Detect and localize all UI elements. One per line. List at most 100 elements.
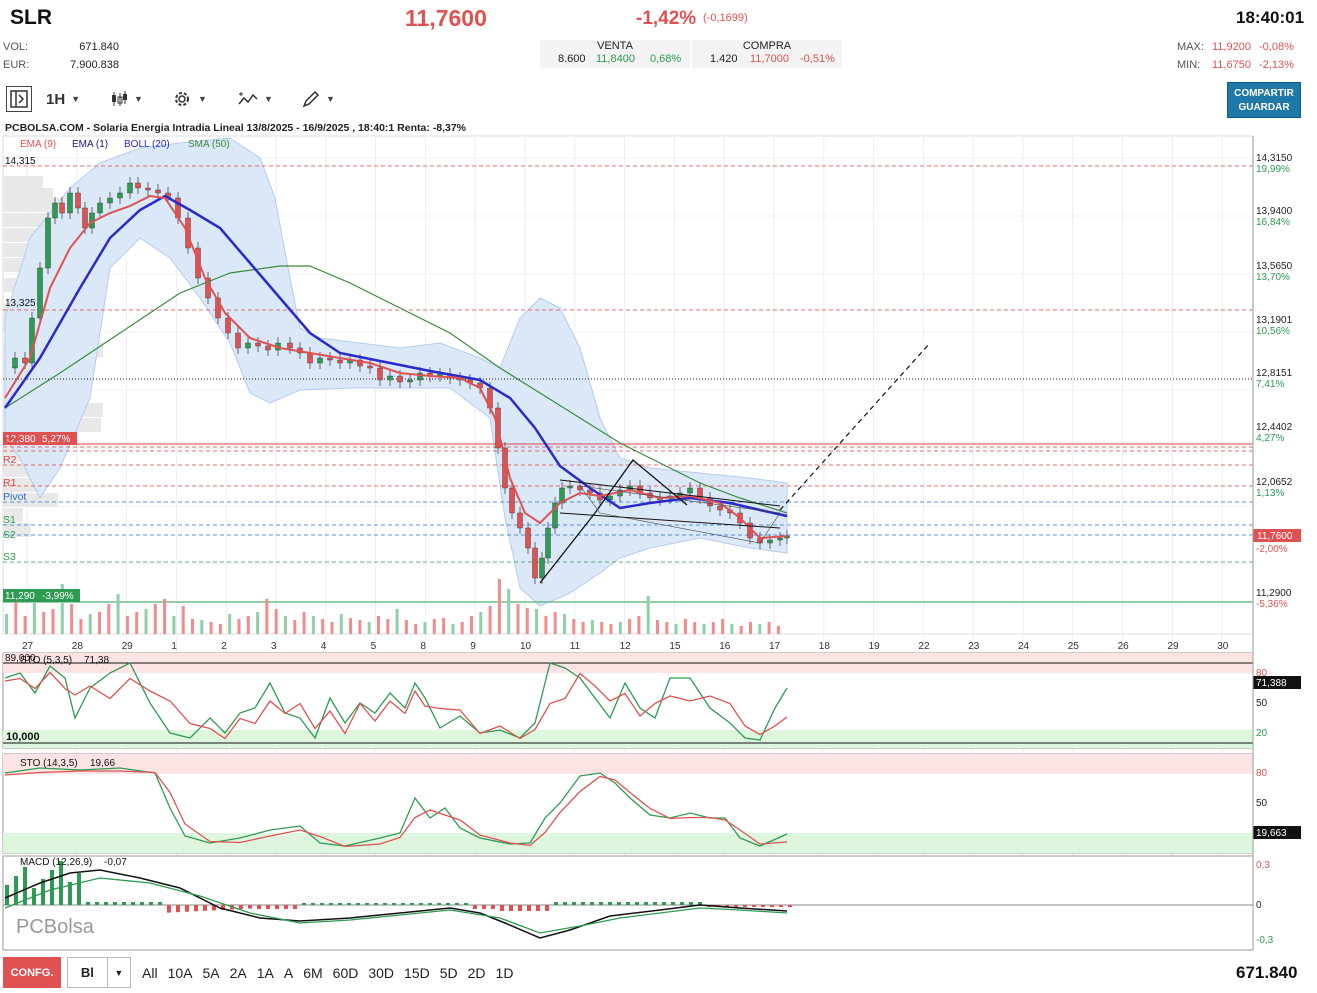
pivot-label: R2	[3, 454, 17, 466]
legend-item: EMA (1)	[72, 139, 108, 150]
price-chart[interactable]: 27 28 29 1 2 3 4 5 8 9 10 11 12 15 16 17 18 19 22 23 24 25 26 2…	[0, 118, 1317, 954]
footer-bar: CONFG. Bl ▼ All 10A 5A 2A 1A A 6M 60D 30D 15D 5D 2D…	[0, 955, 1317, 993]
range-1a[interactable]: 1A	[257, 965, 274, 981]
macd-histogram-bar	[329, 903, 333, 905]
change-percent: -1,42%	[636, 8, 697, 29]
drawing-tools-select[interactable]: ▼	[302, 86, 335, 112]
last-pct-label: -2,00%	[1256, 544, 1288, 555]
macd-histogram-bar	[689, 902, 693, 905]
macd-histogram-bar	[293, 905, 297, 909]
volume-bar	[172, 616, 176, 634]
range-all[interactable]: All	[142, 965, 158, 981]
macd-histogram-bar	[95, 902, 99, 905]
mode-select[interactable]: Bl ▼	[67, 957, 131, 988]
range-10a[interactable]: 10A	[168, 965, 193, 981]
macd-histogram-bar	[374, 903, 378, 905]
date-tick: 17	[769, 641, 781, 652]
volume-bar	[711, 622, 715, 634]
range-2d[interactable]: 2D	[468, 965, 486, 981]
chart-type-select[interactable]: ▼	[110, 86, 143, 112]
date-tick: 9	[470, 641, 476, 652]
volume-bar	[339, 614, 343, 634]
range-2a[interactable]: 2A	[230, 965, 247, 981]
date-tick: 8	[420, 641, 426, 652]
macd-histogram-bar	[545, 905, 549, 911]
candle	[235, 332, 241, 349]
save-label: GUARDAR	[1238, 102, 1290, 113]
range-5d[interactable]: 5D	[440, 965, 458, 981]
candle	[377, 367, 383, 381]
high-label: 14,315	[5, 156, 36, 167]
volume-bar	[377, 616, 380, 634]
sto14-label: STO (14,3,5)	[20, 758, 78, 769]
volume-bar	[228, 614, 232, 634]
date-tick: 29	[122, 641, 134, 652]
macd-histogram-bar	[590, 902, 594, 905]
volume-bar	[776, 626, 780, 634]
sell-qty: 8.600	[558, 53, 586, 65]
volume-bar	[442, 618, 446, 634]
date-tick: 12	[620, 641, 632, 652]
range-6m[interactable]: 6M	[303, 965, 322, 981]
chart-area[interactable]: 27 28 29 1 2 3 4 5 8 9 10 11 12 15 16 17 18 19 22 23 24 25 26 2…	[0, 118, 1317, 954]
range-60d[interactable]: 60D	[333, 965, 359, 981]
volume-bar	[116, 594, 120, 634]
macd-histogram-bar	[626, 902, 630, 905]
pivot-label: S1	[3, 514, 16, 526]
volume-label: VOL:	[3, 41, 29, 53]
range-1d[interactable]: 1D	[496, 965, 514, 981]
macd-histogram-bar	[158, 902, 162, 905]
settings-select[interactable]: ▼	[172, 86, 207, 112]
macd-histogram-bar	[464, 903, 468, 905]
volume-bar	[563, 614, 566, 634]
candle	[307, 352, 313, 364]
sto5-top: 89,000	[5, 653, 36, 664]
sell-price: 11,8400	[596, 53, 635, 65]
range-5a[interactable]: 5A	[202, 965, 219, 981]
candle	[327, 357, 333, 361]
last-price-tag-text: 11,7600	[1257, 531, 1293, 542]
volume-bar	[618, 622, 622, 634]
date-tick: 23	[968, 641, 980, 652]
date-tick: 2	[221, 641, 227, 652]
macd-histogram-bar	[509, 905, 513, 911]
candlestick-icon	[112, 91, 127, 106]
volume-bar	[535, 609, 539, 634]
share-save-button[interactable]: COMPARTIR GUARDAR	[1227, 82, 1301, 118]
indicators-select[interactable]: ▼	[238, 86, 273, 112]
range-15d[interactable]: 15D	[404, 965, 430, 981]
overbought-zone	[3, 754, 1253, 774]
candle	[407, 379, 413, 383]
volume-bar	[386, 619, 390, 634]
legend-item: BOLL (20)	[124, 139, 170, 150]
range-a[interactable]: A	[284, 965, 293, 981]
buy-qty: 1.420	[710, 53, 738, 65]
macd-histogram-bar	[491, 905, 495, 909]
volume-bar	[14, 599, 18, 634]
volume-bar	[51, 609, 55, 634]
chevron-down-icon: ▼	[326, 94, 335, 104]
pivot-label: Pivot	[3, 491, 26, 503]
volume-bar	[656, 620, 659, 634]
candle	[67, 192, 73, 214]
volume-bar	[758, 624, 762, 634]
range-30d[interactable]: 30D	[368, 965, 394, 981]
change-absolute: (-0,1699)	[703, 12, 748, 24]
macd-histogram-bar	[581, 902, 585, 905]
interval-select[interactable]: 1H ▼	[46, 86, 80, 112]
macd-histogram-bar	[527, 905, 531, 911]
date-tick: 18	[819, 641, 831, 652]
candle	[127, 182, 133, 194]
candle	[145, 187, 151, 191]
candle	[717, 505, 723, 511]
candle	[337, 359, 343, 364]
oversold-zone	[3, 833, 1253, 853]
volume-bar	[590, 620, 594, 634]
volume-bar	[88, 614, 92, 634]
config-button[interactable]: CONFG.	[3, 957, 61, 988]
pcbolsa-logo: PCBolsa	[16, 916, 95, 938]
volume-bar	[163, 599, 167, 634]
toggle-panel-button[interactable]	[6, 86, 32, 112]
chevron-down-icon: ▼	[71, 94, 81, 104]
volume-bar	[367, 622, 371, 634]
